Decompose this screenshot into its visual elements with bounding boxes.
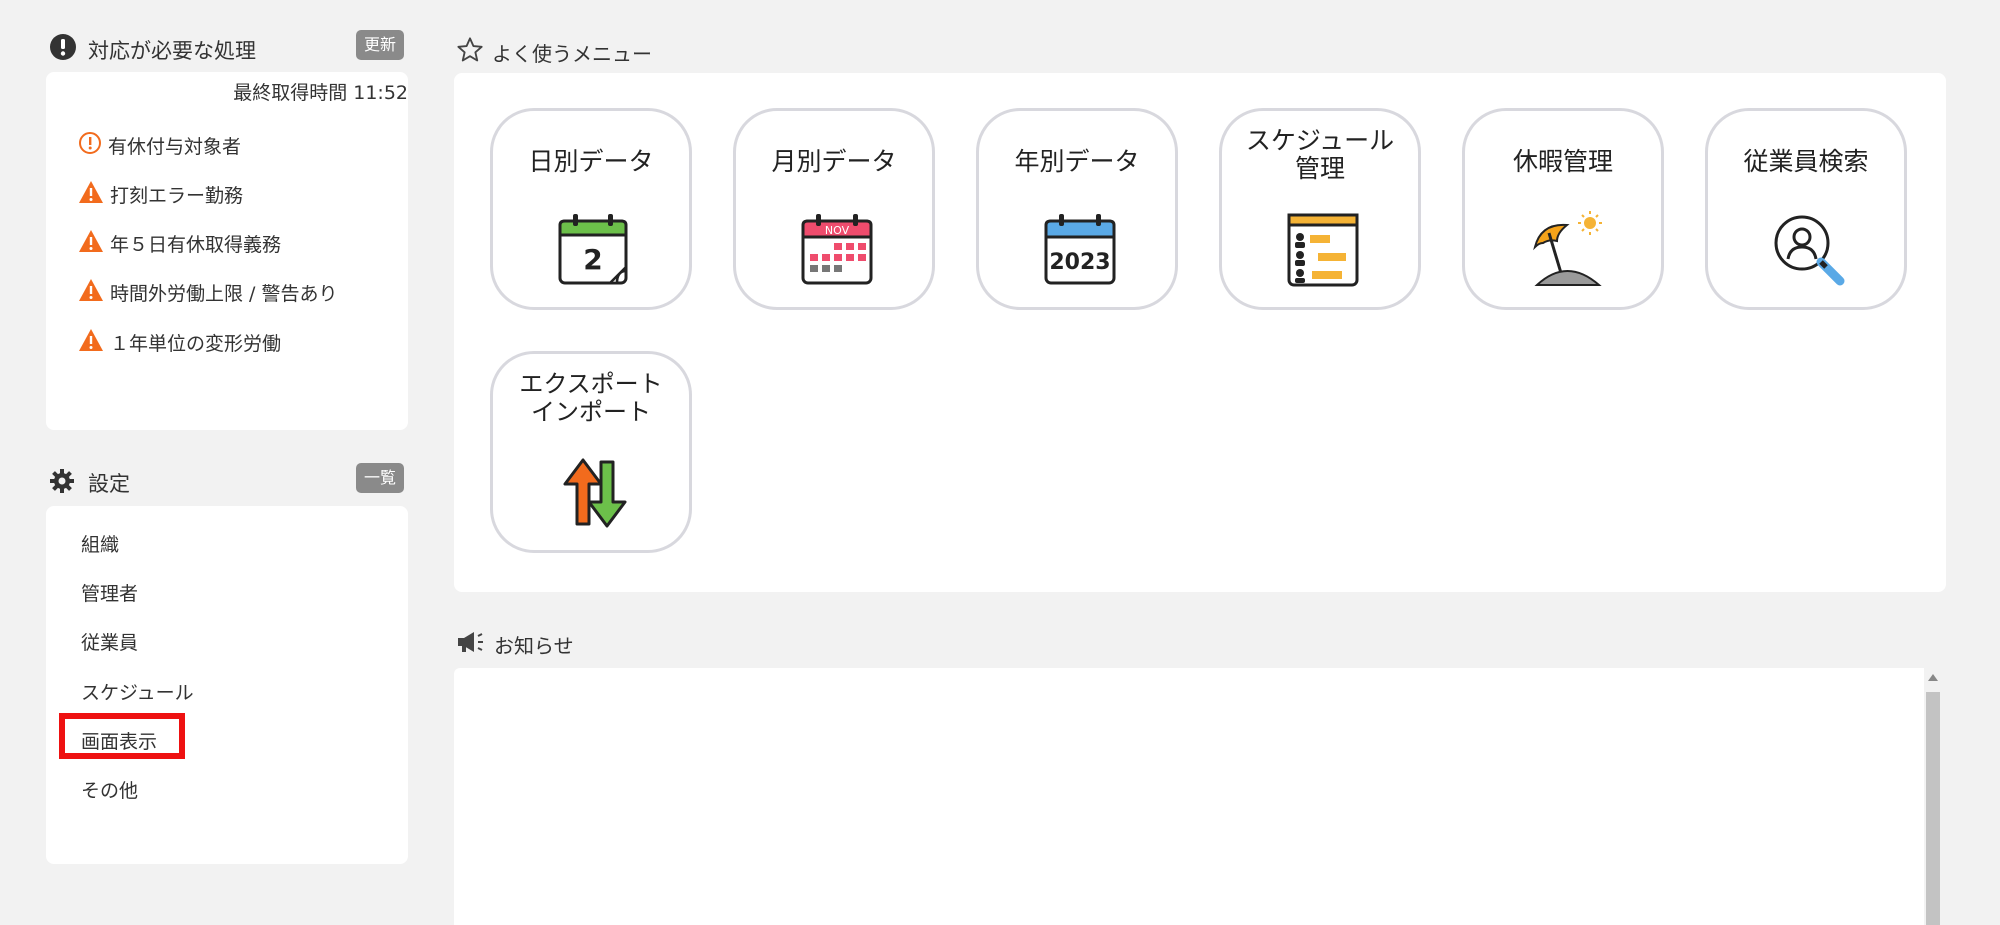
alert-item-yearly-variable-labor[interactable]: １年単位の変形労働 [78,328,281,357]
beach-umbrella-icon [1533,211,1602,286]
favorites-panel: 日別データ 2 月別データ NOV 年別データ 2023 スケジュール 管理 休… [454,73,1946,592]
icon-year-text: 2023 [1049,250,1110,275]
tile-label: スケジュール 管理 [1222,127,1418,183]
employee-search-icon [1774,215,1845,286]
settings-title: 設定 [88,472,130,496]
last-fetch-time: 最終取得時間 11:52 [233,82,408,104]
info-circle-icon [78,131,108,160]
settings-item-other[interactable]: その他 [81,776,138,803]
settings-item-organization[interactable]: 組織 [81,530,119,557]
settings-item-administrators[interactable]: 管理者 [81,579,138,606]
yearly-calendar-icon: 2023 [1044,214,1116,285]
megaphone-icon [456,630,486,659]
warning-icon [78,180,110,209]
tile-monthly-data[interactable]: 月別データ NOV [733,108,935,310]
tile-label-line2: 管理 [1294,154,1345,183]
tile-label: 月別データ [771,147,897,176]
tile-label-line1: エクスポート [519,370,663,398]
tile-yearly-data[interactable]: 年別データ 2023 [976,108,1178,310]
warning-icon [78,328,110,357]
daily-calendar-icon: 2 [558,214,628,285]
alerts-header: 対応が必要な処理 [50,34,256,65]
settings-item-schedule[interactable]: スケジュール [81,678,194,705]
alert-item-label: 時間外労働上限 / 警告あり [110,283,338,305]
tile-label: 年別データ [1014,147,1140,176]
news-panel [454,668,1924,925]
alerts-title: 対応が必要な処理 [88,38,256,63]
exclamation-circle-icon [50,34,76,65]
export-import-icon [563,458,627,528]
favorites-title: よく使うメニュー [492,42,652,66]
alert-item-overtime-limit[interactable]: 時間外労働上限 / 警告あり [78,278,337,307]
settings-header: 設定 [50,468,130,498]
tile-label: 休暇管理 [1512,147,1613,176]
gear-icon [50,468,74,498]
monthly-calendar-icon: NOV [801,214,873,285]
favorites-header: よく使うメニュー [456,36,652,69]
list-button[interactable]: 一覧 [356,463,405,493]
svg-text:2: 2 [583,243,602,276]
alert-item-clock-error[interactable]: 打刻エラー勤務 [78,180,243,209]
settings-item-employees[interactable]: 従業員 [81,628,138,655]
tile-label-line2: インポート [531,398,651,426]
schedule-icon [1287,213,1359,287]
refresh-button[interactable]: 更新 [356,30,405,60]
tile-label-line1: スケジュール [1245,126,1395,155]
scroll-thumb[interactable] [1926,692,1940,925]
tile-label: 日別データ [528,147,654,176]
warning-icon [78,229,110,258]
alert-item-label: 打刻エラー勤務 [110,185,244,207]
icon-month-text: NOV [825,224,850,237]
settings-panel: 組織 管理者 従業員 スケジュール 画面表示 その他 [46,506,408,864]
news-title: お知らせ [494,634,574,658]
warning-icon [78,278,110,307]
tile-schedule-management[interactable]: スケジュール 管理 [1219,108,1421,310]
alert-item-label: 年５日有休取得義務 [110,234,282,256]
star-icon [456,36,484,69]
news-header: お知らせ [456,630,574,659]
highlight-box [59,713,185,759]
tile-employee-search[interactable]: 従業員検索 [1705,108,1907,310]
alerts-panel: 最終取得時間 11:52 有休付与対象者 打刻エラー勤務 年５日有休取得義務 時… [46,72,408,430]
tile-leave-management[interactable]: 休暇管理 [1462,108,1664,310]
alert-item-paid-leave-grant[interactable]: 有休付与対象者 [78,131,241,160]
alert-item-five-day-leave[interactable]: 年５日有休取得義務 [78,229,281,258]
tile-daily-data[interactable]: 日別データ 2 [490,108,692,310]
scroll-up-arrow-icon[interactable] [1928,674,1938,681]
news-scrollbar[interactable] [1924,668,1942,925]
tile-label: エクスポート インポート [493,370,689,426]
alert-item-label: １年単位の変形労働 [110,333,282,355]
alert-item-label: 有休付与対象者 [108,136,242,158]
tile-export-import[interactable]: エクスポート インポート [490,351,692,553]
tile-label: 従業員検索 [1743,147,1869,176]
